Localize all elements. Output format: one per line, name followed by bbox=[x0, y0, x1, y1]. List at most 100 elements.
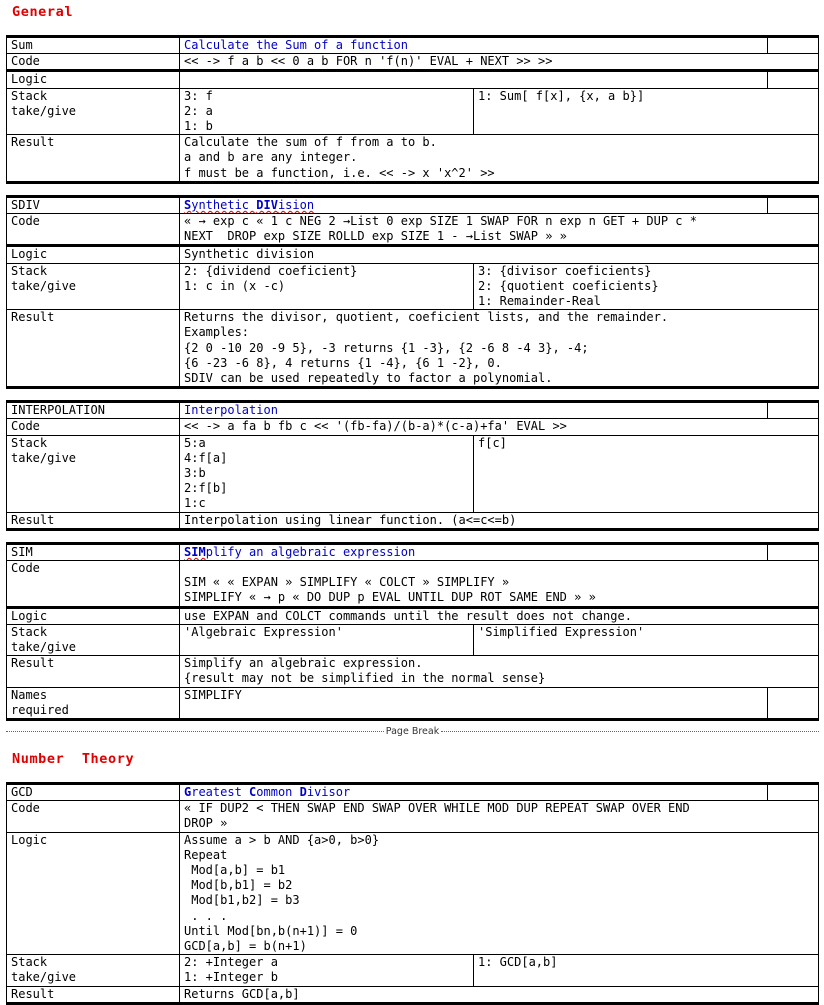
page-break-line-right bbox=[441, 731, 819, 733]
result-text: Calculate the sum of f from a to b. a an… bbox=[184, 135, 495, 180]
table-row-header: GCD Greatest Common Divisor bbox=[6, 782, 819, 802]
row-label-code: Code bbox=[6, 418, 180, 436]
row-value-stack-give: 1: GCD[a,b] bbox=[473, 954, 819, 987]
command-title: Calculate the Sum of a function bbox=[184, 38, 408, 52]
row-value-stack-take: 'Algebraic Expression' bbox=[179, 623, 474, 657]
command-title: Synthetic DIVision bbox=[184, 197, 315, 212]
logic-spacer-cell bbox=[767, 70, 819, 89]
row-value-logic bbox=[179, 70, 768, 89]
table-row-logic: Logic bbox=[6, 70, 819, 89]
row-value-logic: use EXPAN and COLCT commands until the r… bbox=[179, 606, 819, 625]
table-row-result: Result Interpolation using linear functi… bbox=[6, 511, 819, 530]
row-value-stack-take: 2: {dividend coeficient} 1: c in (x -c) bbox=[179, 262, 474, 311]
row-value-result: Interpolation using linear function. (a<… bbox=[179, 511, 819, 530]
page-break-label: Page Break bbox=[385, 726, 440, 738]
section-heading-general: General bbox=[12, 4, 74, 20]
table-row-stack: Stack take/give 3: f 2: a 1: b 1: Sum[ f… bbox=[6, 87, 819, 136]
table-row-result: Result Returns the divisor, quotient, co… bbox=[6, 309, 819, 389]
row-label-code: Code bbox=[6, 53, 180, 73]
command-title-cell: Interpolation bbox=[179, 401, 768, 420]
row-value-stack-take: 2: +Integer a 1: +Integer b bbox=[179, 954, 474, 987]
table-row-header: SDIV Synthetic DIVision bbox=[6, 195, 819, 215]
row-label-stack: Stack take/give bbox=[6, 623, 180, 657]
row-label-logic: Logic bbox=[6, 245, 180, 264]
command-title: Greatest Common Divisor bbox=[184, 784, 351, 799]
row-label-code: Code bbox=[6, 800, 180, 833]
row-value-code: « → exp c « 1 c NEG 2 →List 0 exp SIZE 1… bbox=[179, 213, 819, 248]
row-label-logic: Logic bbox=[6, 831, 180, 956]
command-title: SIMplify an algebraic expression bbox=[184, 544, 416, 559]
table-row-logic: Logic use EXPAN and COLCT commands until… bbox=[6, 606, 819, 625]
table-row-names: Names required SIMPLIFY bbox=[6, 686, 819, 720]
command-title: Interpolation bbox=[184, 403, 278, 418]
row-label-logic: Logic bbox=[6, 70, 180, 89]
row-label-stack: Stack take/give bbox=[6, 87, 180, 136]
row-label-stack: Stack take/give bbox=[6, 262, 180, 311]
table-row-code: Code « IF DUP2 < THEN SWAP END SWAP OVER… bbox=[6, 800, 819, 833]
row-value-stack-give: 'Simplified Expression' bbox=[473, 623, 819, 657]
header-spacer-cell bbox=[767, 542, 819, 562]
command-table-sim: SIM SIMplify an algebraic expression Cod… bbox=[6, 541, 819, 721]
row-value-code: « IF DUP2 < THEN SWAP END SWAP OVER WHIL… bbox=[179, 800, 819, 833]
command-title-cell: Calculate the Sum of a function bbox=[179, 35, 768, 55]
row-label-code: Code bbox=[6, 560, 180, 609]
command-title-cell: SIMplify an algebraic expression bbox=[179, 542, 768, 562]
row-label-result: Result bbox=[6, 134, 180, 183]
page-break-marker: Page Break bbox=[6, 724, 819, 740]
header-spacer-cell bbox=[767, 35, 819, 55]
command-name-cell: GCD bbox=[6, 782, 180, 802]
table-row-code: Code << -> f a b << 0 a b FOR n 'f(n)' E… bbox=[6, 53, 819, 73]
table-row-code: Code SIM « « EXPAN » SIMPLIFY « COLCT » … bbox=[6, 560, 819, 609]
row-value-code: << -> f a b << 0 a b FOR n 'f(n)' EVAL +… bbox=[179, 53, 819, 73]
table-row-stack: Stack take/give 2: {dividend coeficient}… bbox=[6, 262, 819, 311]
table-row-stack: Stack take/give 5:a 4:f[a] 3:b 2:f[b] 1:… bbox=[6, 434, 819, 513]
table-row-code: Code << -> a fa b fb c << '(fb-fa)/(b-a)… bbox=[6, 418, 819, 436]
header-spacer-cell bbox=[767, 195, 819, 215]
row-value-result: Calculate the sum of f from a to b. a an… bbox=[179, 134, 819, 183]
command-name-cell: SDIV bbox=[6, 195, 180, 215]
row-label-result: Result bbox=[6, 309, 180, 389]
table-row-logic: Logic Assume a > b AND {a>0, b>0} Repeat… bbox=[6, 831, 819, 956]
header-spacer-cell bbox=[767, 401, 819, 420]
row-value-logic: Assume a > b AND {a>0, b>0} Repeat Mod[a… bbox=[179, 831, 819, 956]
table-row-logic: Logic Synthetic division bbox=[6, 245, 819, 264]
section-heading-number-theory: Number Theory bbox=[12, 750, 135, 767]
row-value-code: SIM « « EXPAN » SIMPLIFY « COLCT » SIMPL… bbox=[179, 560, 819, 609]
row-value-result: Simplify an algebraic expression. {resul… bbox=[179, 655, 819, 688]
row-value-result: Returns the divisor, quotient, coeficien… bbox=[179, 309, 819, 389]
row-label-logic: Logic bbox=[6, 606, 180, 625]
row-label-stack: Stack take/give bbox=[6, 954, 180, 987]
table-row-stack: Stack take/give 2: +Integer a 1: +Intege… bbox=[6, 954, 819, 987]
table-row-result: Result Calculate the sum of f from a to … bbox=[6, 134, 819, 183]
table-row-result: Result Simplify an algebraic expression.… bbox=[6, 655, 819, 688]
command-name-cell: Sum bbox=[6, 35, 180, 55]
row-value-stack-take: 3: f 2: a 1: b bbox=[179, 87, 474, 136]
command-title-cell: Synthetic DIVision bbox=[179, 195, 768, 215]
row-value-stack-take: 5:a 4:f[a] 3:b 2:f[b] 1:c bbox=[179, 434, 474, 513]
command-table-gcd: GCD Greatest Common Divisor Code « IF DU… bbox=[6, 781, 819, 1005]
row-value-stack-give: f[c] bbox=[473, 434, 819, 513]
header-spacer-cell bbox=[767, 782, 819, 802]
command-name-cell: SIM bbox=[6, 542, 180, 562]
row-label-result: Result bbox=[6, 655, 180, 688]
row-value-logic: Synthetic division bbox=[179, 245, 819, 264]
row-value-stack-give: 3: {divisor coeficients} 2: {quotient co… bbox=[473, 262, 819, 311]
command-name-cell: INTERPOLATION bbox=[6, 401, 180, 420]
command-table-interpolation: INTERPOLATION Interpolation Code << -> a… bbox=[6, 400, 819, 531]
row-label-code: Code bbox=[6, 213, 180, 248]
row-value-stack-give: 1: Sum[ f[x], {x, a b}] bbox=[473, 87, 819, 136]
names-spacer-cell bbox=[767, 686, 819, 720]
table-row-header: SIM SIMplify an algebraic expression bbox=[6, 542, 819, 562]
row-value-code: << -> a fa b fb c << '(fb-fa)/(b-a)*(c-a… bbox=[179, 418, 819, 436]
document-page: General Sum Calculate the Sum of a funct… bbox=[0, 0, 824, 1005]
table-row-header: Sum Calculate the Sum of a function bbox=[6, 35, 819, 55]
command-title-cell: Greatest Common Divisor bbox=[179, 782, 768, 802]
page-break-line-left bbox=[6, 731, 384, 733]
command-table-sum: Sum Calculate the Sum of a function Code… bbox=[6, 35, 819, 184]
table-row-header: INTERPOLATION Interpolation bbox=[6, 401, 819, 420]
row-label-stack: Stack take/give bbox=[6, 434, 180, 513]
table-row-code: Code « → exp c « 1 c NEG 2 →List 0 exp S… bbox=[6, 213, 819, 248]
table-row-stack: Stack take/give 'Algebraic Expression' '… bbox=[6, 623, 819, 657]
command-table-sdiv: SDIV Synthetic DIVision Code « → exp c «… bbox=[6, 194, 819, 390]
row-label-result: Result bbox=[6, 511, 180, 530]
